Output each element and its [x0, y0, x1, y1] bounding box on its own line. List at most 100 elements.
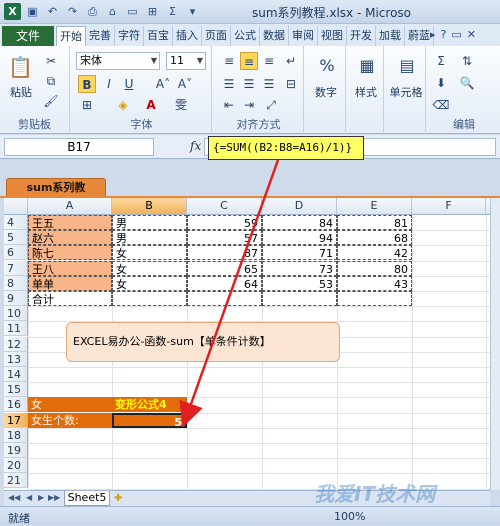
copy-icon[interactable]: ⧉	[42, 72, 60, 90]
sheet-tab-sheet5[interactable]: Sheet5	[64, 491, 110, 506]
paste-label[interactable]: 粘贴	[6, 84, 36, 100]
cell-A17[interactable]: 女生个数:	[28, 412, 112, 428]
cell-B8[interactable]: 女	[112, 275, 187, 291]
align-middle-icon[interactable]: ≡	[240, 52, 258, 70]
row-header-6[interactable]: 6	[4, 245, 28, 261]
cell-C4[interactable]: 59	[187, 215, 262, 230]
paste-icon[interactable]: 📋	[8, 54, 33, 80]
cell-B9[interactable]	[112, 291, 187, 306]
format-painter-icon[interactable]: 🖌	[42, 92, 60, 110]
underline-button[interactable]: U	[120, 75, 138, 93]
cell-A6[interactable]: 陈七	[28, 245, 112, 261]
number-format-icon[interactable]: %	[316, 54, 338, 78]
tab-7[interactable]: 数据	[260, 26, 289, 46]
row-header-12[interactable]: 12	[4, 336, 28, 352]
redo-icon[interactable]: ↷	[64, 3, 81, 20]
select-all-corner[interactable]	[4, 198, 28, 215]
row-header-10[interactable]: 10	[4, 306, 28, 322]
cells-label[interactable]: 单元格	[386, 84, 426, 100]
italic-button[interactable]: I	[100, 75, 118, 93]
tab-9[interactable]: 视图	[318, 26, 347, 46]
row-header-14[interactable]: 14	[4, 367, 28, 382]
cell-B16[interactable]: 变形公式4	[112, 397, 187, 413]
row-header-19[interactable]: 19	[4, 443, 28, 458]
last-sheet-icon[interactable]: ▶▶	[48, 493, 60, 502]
font-size-select[interactable]: 11 ▼	[166, 52, 206, 70]
row-header-7[interactable]: 7	[4, 260, 28, 276]
table-icon[interactable]: ⊞	[144, 3, 161, 20]
undo-icon[interactable]: ↶	[44, 3, 61, 20]
tab-6[interactable]: 公式	[231, 26, 260, 46]
row-header-16[interactable]: 16	[4, 397, 28, 413]
font-name-select[interactable]: 宋体 ▼	[76, 52, 160, 70]
workbook-tab[interactable]: sum系列教程.xlsx	[6, 178, 106, 212]
cell-D5[interactable]: 94	[262, 230, 337, 246]
tab-10[interactable]: 开发	[347, 26, 376, 46]
help-icon[interactable]: ?	[441, 28, 447, 41]
row-header-8[interactable]: 8	[4, 275, 28, 291]
row-header-20[interactable]: 20	[4, 458, 28, 474]
cell-C6[interactable]: 87	[187, 245, 262, 261]
sort-filter-icon[interactable]: ⇅	[458, 52, 476, 70]
fill-icon[interactable]: ⬇	[432, 74, 450, 92]
cell-C9[interactable]	[187, 291, 262, 306]
cell-C7[interactable]: 65	[187, 260, 262, 276]
merge-center-icon[interactable]: ⊟	[282, 75, 300, 93]
cell-A7[interactable]: 王八	[28, 260, 112, 276]
cut-icon[interactable]: ✂	[42, 52, 60, 70]
column-header-F[interactable]: F	[412, 198, 486, 215]
align-center-icon[interactable]: ☰	[240, 75, 258, 93]
font-color-button[interactable]: A	[142, 96, 160, 114]
row-header-9[interactable]: 9	[4, 291, 28, 306]
number-label[interactable]: 数字	[308, 84, 344, 100]
row-header-11[interactable]: 11	[4, 321, 28, 337]
tab-3[interactable]: 百宝	[144, 26, 173, 46]
vertical-scrollbar[interactable]	[490, 198, 500, 490]
row-header-5[interactable]: 5	[4, 230, 28, 246]
column-header-D[interactable]: D	[262, 198, 337, 215]
cell-A4[interactable]: 王五	[28, 215, 112, 230]
tab-file[interactable]: 文件	[2, 26, 54, 46]
tab-scroll-right-icon[interactable]: ▸	[430, 28, 436, 41]
align-top-icon[interactable]: ≡	[220, 52, 238, 70]
cell-D7[interactable]: 73	[262, 260, 337, 276]
cell-D4[interactable]: 84	[262, 215, 337, 230]
cell-B6[interactable]: 女	[112, 245, 187, 261]
column-header-C[interactable]: C	[187, 198, 262, 215]
row-header-13[interactable]: 13	[4, 351, 28, 367]
next-sheet-icon[interactable]: ▶	[38, 493, 44, 502]
align-left-icon[interactable]: ☰	[220, 75, 238, 93]
cell-B17[interactable]: 5	[112, 412, 187, 429]
phonetic-icon[interactable]: 雯	[172, 96, 190, 114]
cell-D9[interactable]	[262, 291, 337, 306]
cell-E4[interactable]: 81	[337, 215, 412, 230]
align-right-icon[interactable]: ☰	[260, 75, 278, 93]
autosum-button[interactable]: Σ	[432, 52, 450, 70]
styles-icon[interactable]: ▦	[356, 54, 378, 78]
clear-icon[interactable]: ⌫	[432, 96, 450, 114]
cell-B4[interactable]: 男	[112, 215, 187, 230]
cell-E5[interactable]: 68	[337, 230, 412, 246]
row-header-4[interactable]: 4	[4, 215, 28, 230]
cell-A5[interactable]: 赵六	[28, 230, 112, 246]
sigma-icon[interactable]: Σ	[164, 3, 181, 20]
row-header-15[interactable]: 15	[4, 382, 28, 398]
cell-D6[interactable]: 71	[262, 245, 337, 261]
first-sheet-icon[interactable]: ◀◀	[8, 493, 20, 502]
cell-E8[interactable]: 43	[337, 275, 412, 291]
cell-C8[interactable]: 64	[187, 275, 262, 291]
grow-font-icon[interactable]: A˄	[154, 75, 172, 93]
tab-8[interactable]: 审阅	[289, 26, 318, 46]
prev-sheet-icon[interactable]: ◀	[26, 493, 32, 502]
open-icon[interactable]: ⌂	[104, 3, 121, 20]
cell-C5[interactable]: 57	[187, 230, 262, 246]
new-sheet-icon[interactable]: ✚	[114, 493, 122, 504]
save-icon[interactable]: ▣	[24, 3, 41, 20]
cell-A9[interactable]: 合计	[28, 291, 112, 306]
row-header-21[interactable]: 21	[4, 473, 28, 489]
title-textbox[interactable]: EXCEL易办公-函数-sum【单条件计数】	[66, 322, 340, 362]
insert-function-button[interactable]: fx	[190, 139, 201, 153]
cell-A8[interactable]: 单单	[28, 275, 112, 291]
cell-B5[interactable]: 男	[112, 230, 187, 246]
cells-icon[interactable]: ▤	[396, 54, 418, 78]
